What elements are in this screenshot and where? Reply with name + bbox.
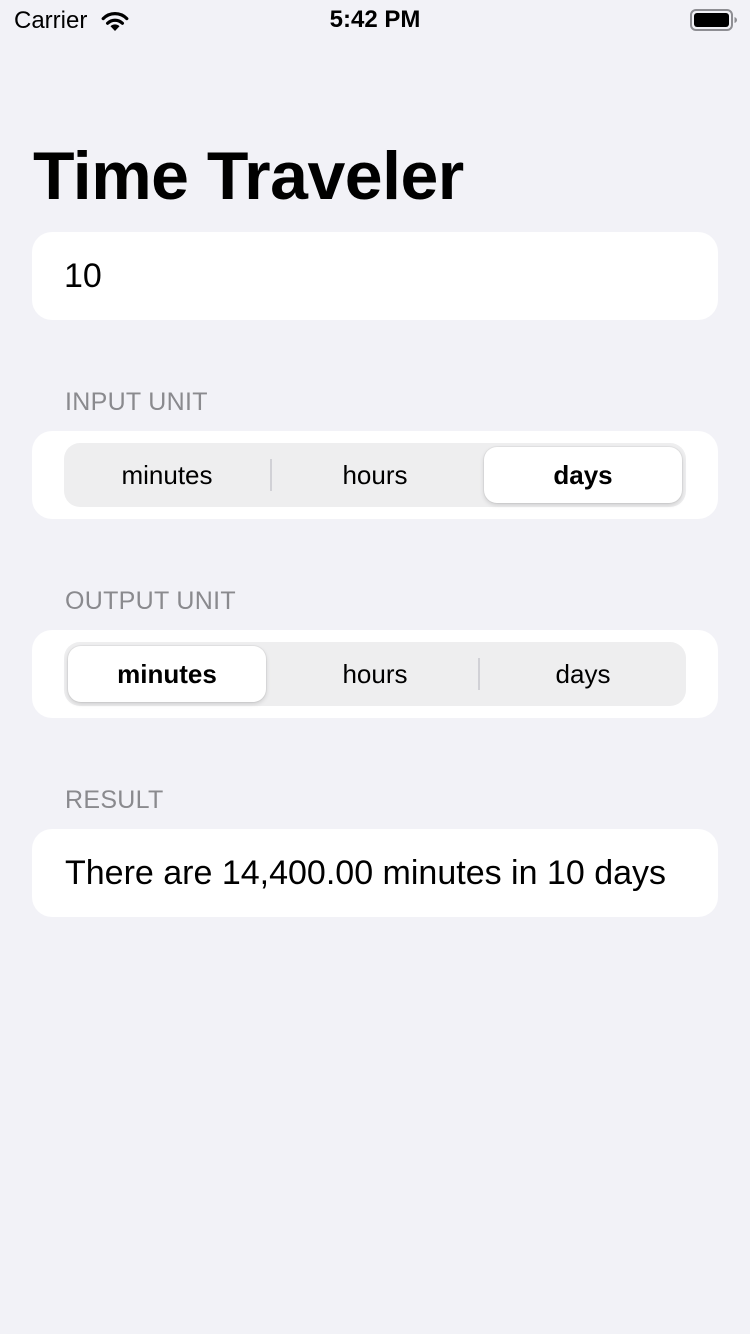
segment-divider [478,658,480,690]
amount-input[interactable] [64,232,684,320]
page-title: Time Traveler [33,138,464,214]
input-unit-segment-hours[interactable]: hours [276,447,474,503]
input-unit-header: INPUT UNIT [65,388,208,416]
output-unit-segment-minutes[interactable]: minutes [68,646,266,702]
result-text: There are 14,400.00 minutes in 10 days [65,853,667,892]
input-unit-picker[interactable]: minutes hours days [64,443,686,507]
amount-card [32,232,718,320]
status-bar: Carrier 5:42 PM [0,0,750,40]
battery-icon [690,9,737,31]
segment-divider [270,459,272,491]
output-unit-card: minutes hours days [32,630,718,718]
input-unit-card: minutes hours days [32,431,718,519]
output-unit-segment-hours[interactable]: hours [276,646,474,702]
output-unit-segment-days[interactable]: days [484,646,682,702]
input-unit-segment-days[interactable]: days [484,447,682,503]
output-unit-picker[interactable]: minutes hours days [64,642,686,706]
status-time: 5:42 PM [329,6,421,33]
result-header: RESULT [65,786,164,814]
input-unit-segment-minutes[interactable]: minutes [68,447,266,503]
screen: Carrier 5:42 PM Time Traveler INPUT UNIT… [0,0,750,1334]
result-card: There are 14,400.00 minutes in 10 days [32,829,718,917]
output-unit-header: OUTPUT UNIT [65,587,236,615]
